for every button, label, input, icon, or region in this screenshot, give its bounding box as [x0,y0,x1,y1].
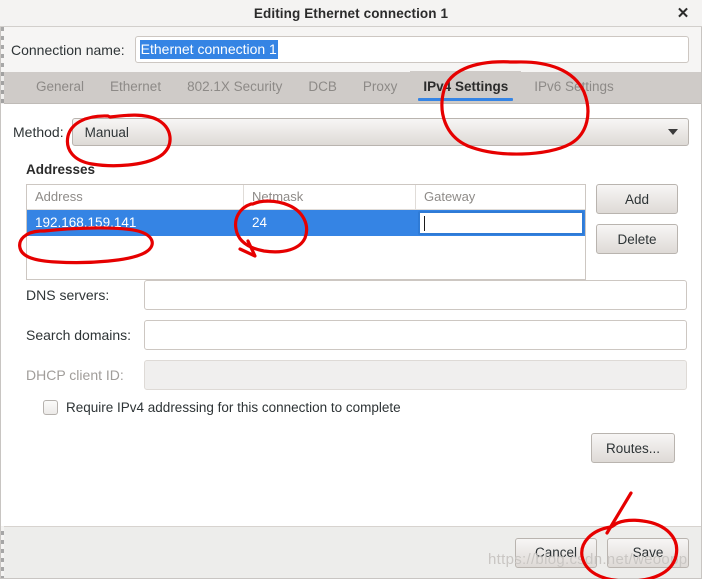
dns-servers-row: DNS servers: [26,280,687,310]
ipv4-settings-page: Method: Manual Addresses Address Netmask… [1,104,701,526]
tab-general[interactable]: General [23,71,97,103]
tab-ipv4-settings[interactable]: IPv4 Settings [410,71,522,103]
require-ipv4-row[interactable]: Require IPv4 addressing for this connect… [43,400,689,415]
tab-proxy[interactable]: Proxy [350,71,411,103]
tab-ipv6-settings[interactable]: IPv6 Settings [521,71,627,103]
search-domains-label: Search domains: [26,327,132,343]
method-value: Manual [84,124,129,140]
column-header-address: Address [27,185,244,209]
tab-8021x-security[interactable]: 802.1X Security [174,71,295,103]
addresses-empty-area [27,236,585,279]
cell-gateway[interactable] [416,210,585,236]
addresses-block: Address Netmask Gateway 192.168.159.141 … [26,184,687,280]
method-dropdown[interactable]: Manual [71,118,689,146]
save-button[interactable]: Save [607,537,689,568]
cancel-button[interactable]: Cancel [515,537,597,568]
window-body: Connection name: Ethernet connection 1 G… [0,27,702,579]
method-label: Method: [13,124,64,140]
add-address-button[interactable]: Add [596,184,678,214]
dhcp-client-id-input [144,360,687,390]
require-ipv4-checkbox[interactable] [43,400,58,415]
addresses-table[interactable]: Address Netmask Gateway 192.168.159.141 … [26,184,586,280]
cell-netmask[interactable]: 24 [244,210,416,236]
action-bar: Cancel Save [1,526,701,578]
column-header-netmask: Netmask [244,185,416,209]
connection-name-input[interactable]: Ethernet connection 1 [134,36,689,63]
table-row[interactable]: 192.168.159.141 24 [27,210,585,236]
search-domains-row: Search domains: [26,320,687,350]
routes-button[interactable]: Routes... [590,433,675,463]
dhcp-client-id-row: DHCP client ID: [26,360,687,390]
require-ipv4-label: Require IPv4 addressing for this connect… [66,400,401,415]
delete-address-button[interactable]: Delete [596,224,678,254]
gateway-input[interactable] [418,211,584,235]
addresses-buttons: Add Delete [596,184,678,254]
text-cursor [424,215,425,231]
dhcp-client-id-label: DHCP client ID: [26,367,124,383]
column-header-gateway: Gateway [424,189,476,204]
addresses-section-title: Addresses [26,162,96,177]
routes-row: Routes... [13,433,675,463]
dns-servers-label: DNS servers: [26,287,110,303]
title-bar: Editing Ethernet connection 1 ✕ [0,0,702,27]
chevron-down-icon [668,129,678,135]
close-icon[interactable]: ✕ [674,4,692,22]
connection-name-value: Ethernet connection 1 [139,39,278,60]
connection-name-row: Connection name: Ethernet connection 1 [1,27,701,72]
tab-bar: General Ethernet 802.1X Security DCB Pro… [1,71,701,104]
window-title: Editing Ethernet connection 1 [253,5,449,21]
connection-name-label: Connection name: [11,41,125,58]
addresses-table-header: Address Netmask Gateway [27,185,585,210]
tab-ethernet[interactable]: Ethernet [97,71,174,103]
search-domains-input[interactable] [144,320,687,350]
dns-servers-input[interactable] [144,280,687,310]
dialog-window: Editing Ethernet connection 1 ✕ Connecti… [0,0,702,579]
cell-address[interactable]: 192.168.159.141 [27,210,244,236]
tab-dcb[interactable]: DCB [295,71,350,103]
method-row: Method: Manual [13,118,689,146]
